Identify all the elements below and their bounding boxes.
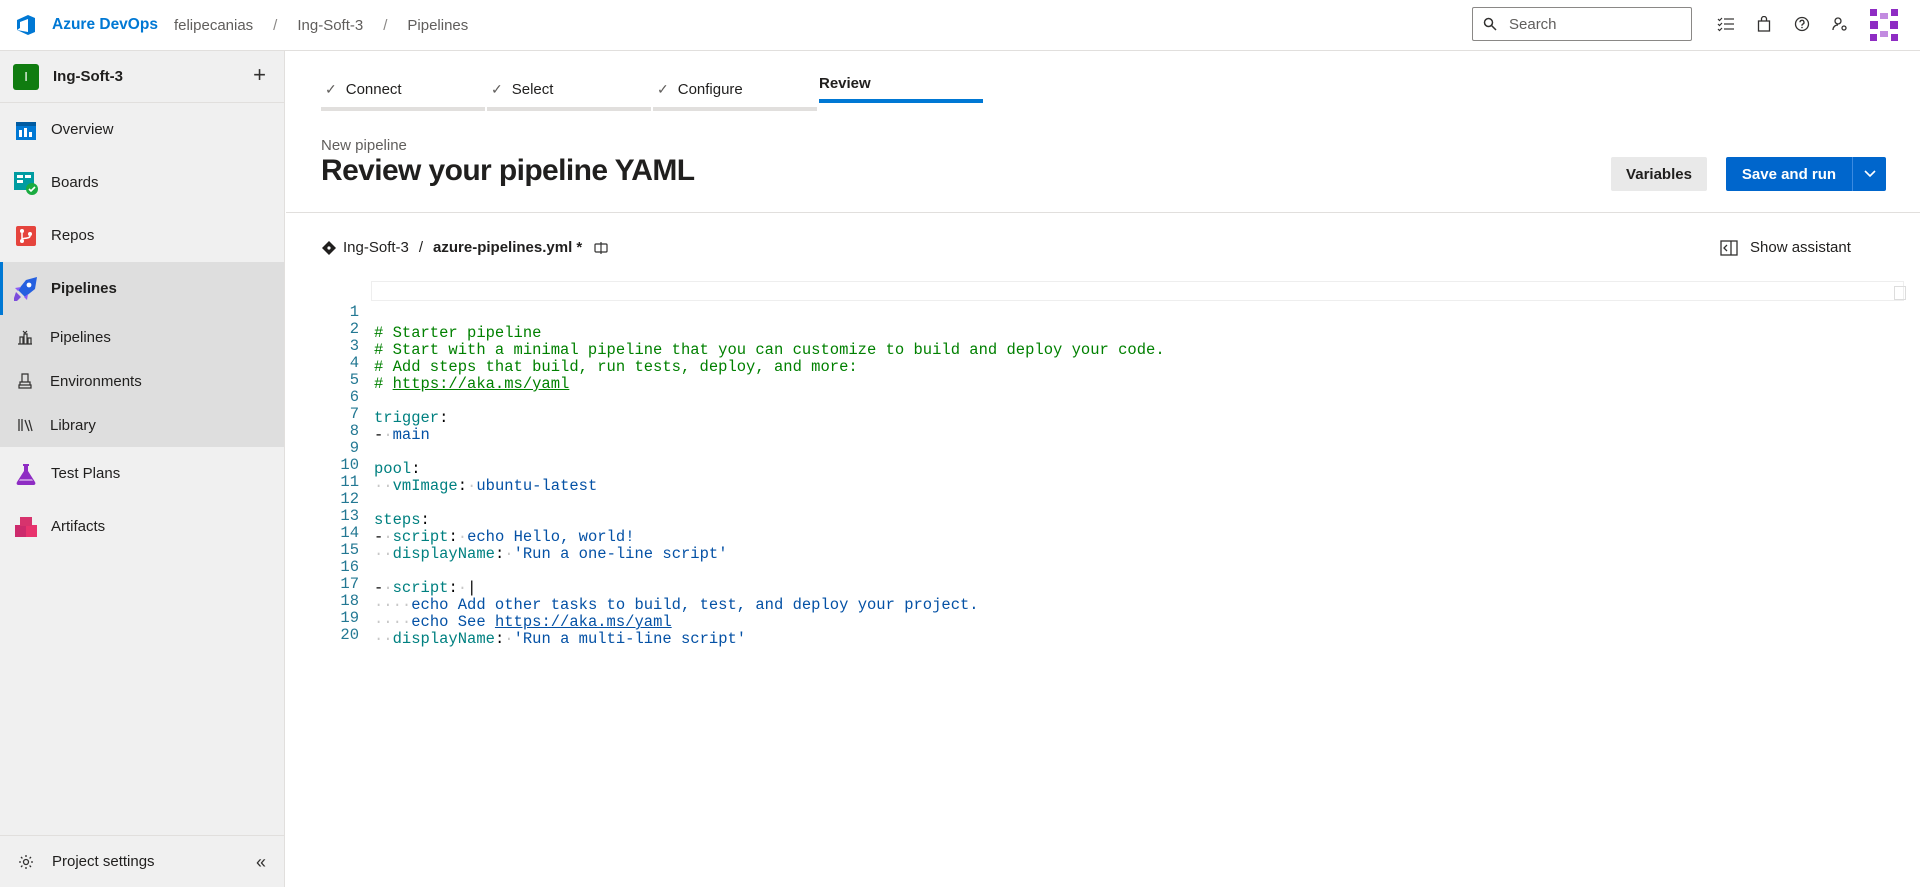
boards-icon — [12, 169, 40, 197]
current-line-highlight — [371, 281, 1904, 301]
sidebar: I Ing-Soft-3 + Overview Boards Repos Pip… — [0, 51, 285, 887]
pipelines-submenu: Pipelines Environments Library — [0, 315, 284, 447]
task-list-icon[interactable] — [1710, 10, 1742, 38]
step-select[interactable]: ✓ Select — [487, 67, 652, 111]
breadcrumb-project[interactable]: Ing-Soft-3 — [297, 17, 363, 34]
step-configure[interactable]: ✓ Configure — [653, 67, 818, 111]
user-settings-icon[interactable] — [1824, 10, 1856, 38]
page-title: Review your pipeline YAML — [321, 154, 695, 187]
test-plans-icon — [12, 460, 40, 488]
sidebar-subitem-label: Pipelines — [50, 328, 111, 346]
shopping-bag-icon[interactable] — [1748, 10, 1780, 38]
check-icon: ✓ — [491, 80, 503, 97]
path-separator: / — [418, 239, 424, 256]
code-text: ··displayName:·'Run a one-line script' — [374, 545, 728, 563]
top-icons — [1710, 10, 1862, 38]
brand-link[interactable]: Azure DevOps — [52, 16, 158, 34]
environments-icon — [16, 372, 34, 390]
step-label: Configure — [677, 80, 743, 98]
help-icon[interactable] — [1786, 10, 1818, 38]
sidebar-item-label: Pipelines — [51, 280, 117, 297]
pipelines-sub-icon — [16, 328, 34, 346]
search-box[interactable] — [1472, 7, 1692, 41]
sidebar-item-test-plans[interactable]: Test Plans — [0, 447, 284, 500]
library-icon — [16, 416, 34, 434]
yaml-editor[interactable]: 1 # Starter pipeline 2 # Start with a mi… — [321, 281, 1915, 721]
sidebar-item-label: Test Plans — [51, 465, 121, 482]
step-connect[interactable]: ✓ Connect — [321, 67, 486, 111]
add-icon[interactable]: + — [253, 64, 266, 86]
gear-icon — [19, 854, 33, 869]
save-and-run-button[interactable]: Save and run — [1726, 166, 1852, 183]
project-settings-label: Project settings — [52, 853, 155, 870]
file-path-bar: Ing-Soft-3 / azure-pipelines.yml * — [321, 239, 608, 256]
avatar[interactable] — [1866, 7, 1902, 43]
repos-icon — [12, 222, 40, 250]
code-link[interactable]: https://aka.ms/yaml — [393, 375, 570, 393]
azure-devops-logo-icon[interactable] — [12, 11, 40, 39]
show-assistant-label: Show assistant — [1750, 239, 1851, 256]
save-and-run-button-group: Save and run — [1726, 157, 1886, 191]
wizard-steps: ✓ Connect ✓ Select ✓ Configure Review — [321, 67, 985, 111]
breadcrumb-org[interactable]: felipecanias — [174, 17, 253, 34]
sidebar-item-pipelines[interactable]: Pipelines — [0, 262, 284, 315]
sidebar-subitem-pipelines[interactable]: Pipelines — [0, 315, 284, 359]
code-text: ··vmImage:·ubuntu-latest — [374, 477, 598, 495]
breadcrumb-separator: / — [383, 16, 388, 34]
sidebar-item-label: Boards — [51, 174, 99, 191]
sidebar-item-repos[interactable]: Repos — [0, 209, 284, 262]
chevron-down-icon[interactable] — [1853, 170, 1886, 178]
sidebar-item-label: Artifacts — [51, 518, 106, 535]
project-settings[interactable]: Project settings « — [0, 835, 284, 887]
top-bar: Azure DevOps felipecanias / Ing-Soft-3 /… — [0, 0, 1920, 51]
sidebar-item-label: Overview — [51, 121, 114, 138]
breadcrumb-separator: / — [273, 16, 278, 34]
project-header[interactable]: I Ing-Soft-3 + — [0, 51, 284, 103]
code-text: # https://aka.ms/yaml — [374, 375, 570, 393]
sidebar-item-overview[interactable]: Overview — [0, 103, 284, 156]
sidebar-item-label: Repos — [51, 227, 95, 244]
repo-diamond-icon — [322, 240, 336, 255]
sidebar-subitem-environments[interactable]: Environments — [0, 359, 284, 403]
breadcrumb-pipelines[interactable]: Pipelines — [407, 17, 468, 34]
line-number: 20 — [340, 626, 359, 644]
panel-toggle-icon — [1720, 239, 1738, 256]
search-input[interactable] — [1509, 15, 1679, 33]
sidebar-item-artifacts[interactable]: Artifacts — [0, 500, 284, 553]
sidebar-item-boards[interactable]: Boards — [0, 156, 284, 209]
sidebar-subitem-label: Environments — [50, 372, 142, 390]
step-label: Review — [819, 74, 871, 92]
editor-line: 20 — [321, 604, 377, 644]
search-icon — [1483, 17, 1497, 31]
header-divider — [286, 212, 1920, 213]
pipelines-icon — [12, 275, 40, 303]
sidebar-subitem-library[interactable]: Library — [0, 403, 284, 447]
show-assistant-button[interactable]: Show assistant — [1720, 239, 1851, 256]
overview-icon — [12, 116, 40, 144]
variables-button[interactable]: Variables — [1611, 157, 1707, 191]
artifacts-icon — [12, 513, 40, 541]
code-text: ··displayName:·'Run a multi-line script' — [374, 630, 747, 648]
step-label: Connect — [345, 80, 402, 98]
collapse-sidebar-icon[interactable]: « — [256, 852, 266, 873]
project-badge: I — [13, 63, 39, 90]
overview-ruler — [1894, 286, 1906, 300]
step-label: Select — [511, 80, 554, 98]
file-name[interactable]: azure-pipelines.yml * — [433, 239, 582, 256]
step-review[interactable]: Review — [819, 67, 984, 111]
check-icon: ✓ — [325, 80, 337, 97]
code-text: -·main — [374, 426, 430, 444]
file-repo-name[interactable]: Ing-Soft-3 — [343, 239, 409, 256]
page-subtitle: New pipeline — [321, 137, 407, 154]
sidebar-subitem-label: Library — [50, 416, 96, 434]
check-icon: ✓ — [657, 80, 669, 97]
project-name[interactable]: Ing-Soft-3 — [53, 68, 123, 85]
main-content: ✓ Connect ✓ Select ✓ Configure Review Ne… — [286, 51, 1920, 887]
rename-icon[interactable] — [594, 241, 608, 255]
